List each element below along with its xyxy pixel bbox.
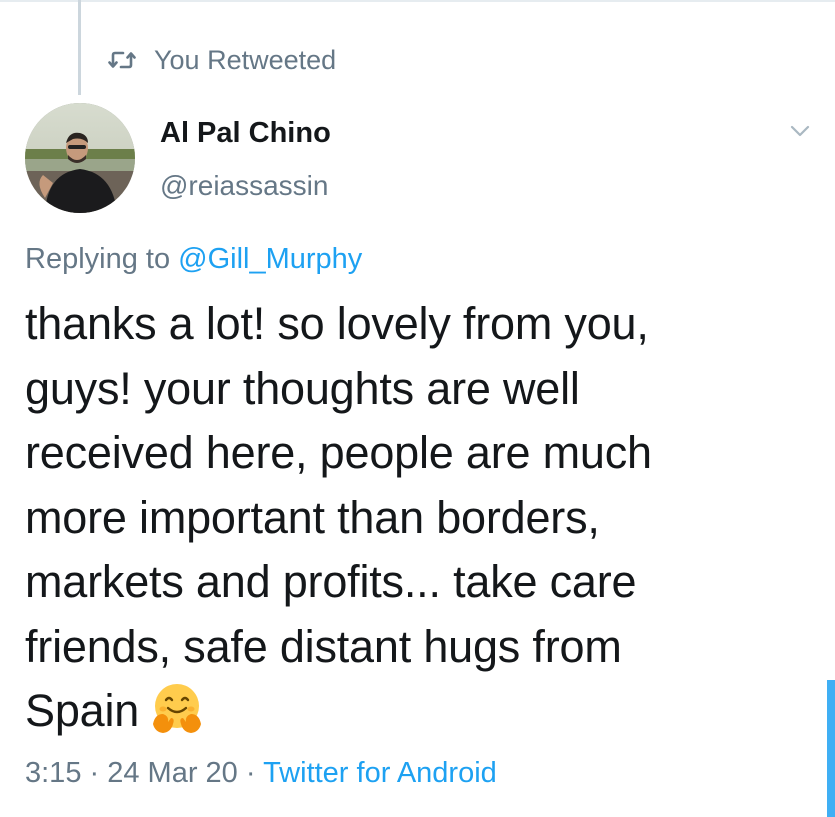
tweet-line: markets and profits... take care xyxy=(25,556,637,607)
tweet-line: more important than borders, xyxy=(25,491,600,543)
tweet-meta: 3:15 · 24 Mar 20 · Twitter for Android xyxy=(25,754,497,792)
author-handle[interactable]: @reiassassin xyxy=(160,168,328,204)
replying-to: Replying to @Gill_Murphy xyxy=(25,240,362,278)
scrollbar[interactable] xyxy=(827,680,835,817)
tweet-date[interactable]: 24 Mar 20 xyxy=(107,757,238,789)
tweet-text: thanks a lot! so lovely from you, guys! … xyxy=(25,292,815,744)
tweet-line: friends, safe distant hugs from xyxy=(25,620,622,672)
meta-separator: · xyxy=(81,757,108,789)
retweet-label: You Retweeted xyxy=(154,44,337,75)
thread-connector-line xyxy=(78,0,81,95)
hugging-face-emoji xyxy=(149,680,205,736)
tweet-line: Spain xyxy=(25,685,140,736)
replying-to-label: Replying to xyxy=(25,243,179,275)
tweet-source-link[interactable]: Twitter for Android xyxy=(263,757,497,789)
chevron-down-icon[interactable] xyxy=(790,124,810,138)
retweet-icon xyxy=(108,46,136,74)
meta-separator: · xyxy=(237,757,264,789)
avatar[interactable] xyxy=(25,103,135,213)
tweet-line: received here, people are much xyxy=(25,427,652,478)
tweet-time[interactable]: 3:15 xyxy=(25,757,81,789)
tweet-line: thanks a lot! so lovely from you, xyxy=(25,298,649,349)
top-divider xyxy=(0,0,835,2)
author-name[interactable]: Al Pal Chino xyxy=(160,115,331,151)
retweet-context: You Retweeted xyxy=(108,42,336,78)
tweet-line: guys! your thoughts are well xyxy=(25,362,580,414)
reply-mention-link[interactable]: @Gill_Murphy xyxy=(178,243,362,275)
